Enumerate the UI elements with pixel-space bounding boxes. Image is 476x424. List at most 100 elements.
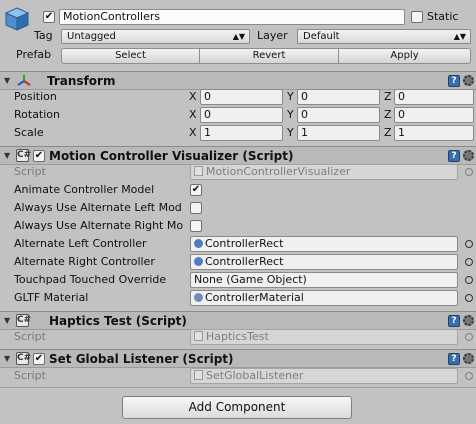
active-checkbox[interactable]: ✔ bbox=[43, 11, 55, 23]
transform-position-row: Position X 0 Y 0 Z 0 bbox=[0, 88, 476, 106]
foldout-arrow-icon[interactable]: ▼ bbox=[4, 151, 10, 160]
listener-title: Set Global Listener (Script) bbox=[49, 352, 234, 366]
alt-left-label: Always Use Alternate Left Mod bbox=[14, 201, 182, 214]
static-checkbox[interactable] bbox=[411, 11, 423, 23]
alternate-left-controller-row: Alternate Left Controller ControllerRect bbox=[0, 235, 476, 253]
animate-label: Animate Controller Model bbox=[14, 183, 155, 196]
listener-script-field: SetGlobalListener bbox=[190, 368, 458, 384]
script-value: MotionControllerVisualizer bbox=[206, 165, 351, 178]
static-label: Static bbox=[427, 10, 459, 23]
gear-icon[interactable] bbox=[463, 353, 474, 364]
help-icon[interactable]: ? bbox=[448, 150, 460, 162]
position-z-field[interactable]: 0 bbox=[394, 89, 474, 105]
alt-right-checkbox[interactable] bbox=[190, 220, 202, 232]
chevron-down-icon: ▲▼ bbox=[232, 32, 245, 41]
axis-z-label: Z bbox=[384, 90, 392, 103]
scale-x-field[interactable]: 1 bbox=[200, 125, 283, 141]
script-value: SetGlobalListener bbox=[206, 369, 304, 382]
rotation-label: Rotation bbox=[14, 108, 61, 121]
scale-y-field[interactable]: 1 bbox=[297, 125, 380, 141]
prefab-icon bbox=[194, 257, 203, 266]
position-y-field[interactable]: 0 bbox=[297, 89, 380, 105]
alternate-right-controller-row: Alternate Right Controller ControllerRec… bbox=[0, 253, 476, 271]
transform-icon bbox=[17, 75, 31, 86]
touchpad-label: Touchpad Touched Override bbox=[14, 273, 167, 286]
haptics-script-field: HapticsTest bbox=[190, 329, 458, 345]
object-picker-icon bbox=[465, 168, 473, 176]
axis-y-label: Y bbox=[287, 108, 294, 121]
axis-x-label: X bbox=[189, 126, 197, 139]
alt-right-row: Always Use Alternate Right Mo bbox=[0, 217, 476, 235]
listener-script-row: Script SetGlobalListener bbox=[0, 367, 476, 385]
alternate-right-controller-value: ControllerRect bbox=[205, 255, 284, 268]
position-x-field[interactable]: 0 bbox=[200, 89, 283, 105]
alt-left-checkbox[interactable] bbox=[190, 202, 202, 214]
alternate-right-controller-label: Alternate Right Controller bbox=[14, 255, 155, 268]
script-label: Script bbox=[14, 369, 46, 382]
gltf-row: GLTF Material ControllerMaterial bbox=[0, 289, 476, 307]
object-picker-icon[interactable] bbox=[465, 294, 473, 302]
foldout-arrow-icon[interactable]: ▼ bbox=[4, 354, 10, 363]
chevron-down-icon: ▲▼ bbox=[453, 32, 466, 41]
axis-z-label: Z bbox=[384, 108, 392, 121]
script-file-icon bbox=[194, 370, 203, 380]
foldout-arrow-icon[interactable]: ▼ bbox=[4, 316, 10, 325]
object-picker-icon[interactable] bbox=[465, 276, 473, 284]
layer-value: Default bbox=[303, 31, 340, 42]
listener-header[interactable]: ▼ C# ✔ Set Global Listener (Script) ? bbox=[0, 349, 476, 368]
visualizer-script-field: MotionControllerVisualizer bbox=[190, 164, 458, 180]
axis-y-label: Y bbox=[287, 90, 294, 103]
script-file-icon bbox=[194, 331, 203, 341]
add-component-button[interactable]: Add Component bbox=[122, 396, 352, 419]
visualizer-enabled-checkbox[interactable]: ✔ bbox=[33, 150, 45, 162]
tag-value: Untagged bbox=[67, 31, 116, 42]
alternate-left-controller-field[interactable]: ControllerRect bbox=[190, 236, 458, 252]
prefab-button-group: Select Revert Apply bbox=[61, 48, 471, 64]
axis-y-label: Y bbox=[287, 126, 294, 139]
foldout-arrow-icon[interactable]: ▼ bbox=[4, 76, 10, 85]
prefab-apply-button[interactable]: Apply bbox=[338, 48, 471, 64]
rotation-y-field[interactable]: 0 bbox=[297, 107, 380, 123]
transform-scale-row: Scale X 1 Y 1 Z 1 bbox=[0, 124, 476, 142]
object-picker-icon[interactable] bbox=[465, 258, 473, 266]
prefab-icon bbox=[194, 239, 203, 248]
gltf-value: ControllerMaterial bbox=[205, 291, 304, 304]
script-icon: C# bbox=[16, 352, 32, 365]
listener-enabled-checkbox[interactable]: ✔ bbox=[33, 353, 45, 365]
tag-dropdown[interactable]: Untagged ▲▼ bbox=[61, 29, 250, 44]
help-icon[interactable]: ? bbox=[448, 315, 460, 327]
touchpad-field[interactable]: None (Game Object) bbox=[190, 272, 458, 288]
scale-z-field[interactable]: 1 bbox=[394, 125, 474, 141]
touchpad-row: Touchpad Touched Override None (Game Obj… bbox=[0, 271, 476, 289]
axis-x-label: X bbox=[189, 108, 197, 121]
alternate-left-controller-label: Alternate Left Controller bbox=[14, 237, 147, 250]
position-label: Position bbox=[14, 90, 57, 103]
divider bbox=[0, 387, 476, 388]
alternate-left-controller-value: ControllerRect bbox=[205, 237, 284, 250]
prefab-revert-button[interactable]: Revert bbox=[199, 48, 339, 64]
animate-row: Animate Controller Model ✔ bbox=[0, 181, 476, 199]
object-picker-icon bbox=[465, 333, 473, 341]
alternate-right-controller-field[interactable]: ControllerRect bbox=[190, 254, 458, 270]
gltf-field[interactable]: ControllerMaterial bbox=[190, 290, 458, 306]
transform-rotation-row: Rotation X 0 Y 0 Z 0 bbox=[0, 106, 476, 124]
rotation-z-field[interactable]: 0 bbox=[394, 107, 474, 123]
object-picker-icon[interactable] bbox=[465, 240, 473, 248]
gear-icon[interactable] bbox=[463, 75, 474, 86]
gameobject-icon bbox=[4, 6, 30, 32]
animate-checkbox[interactable]: ✔ bbox=[190, 184, 202, 196]
axis-x-label: X bbox=[189, 90, 197, 103]
help-icon[interactable]: ? bbox=[448, 353, 460, 365]
layer-dropdown[interactable]: Default ▲▼ bbox=[297, 29, 471, 44]
gear-icon[interactable] bbox=[463, 150, 474, 161]
rotation-x-field[interactable]: 0 bbox=[200, 107, 283, 123]
gear-icon[interactable] bbox=[463, 315, 474, 326]
gameobject-name-input[interactable]: MotionControllers bbox=[59, 9, 405, 25]
alt-left-row: Always Use Alternate Left Mod bbox=[0, 199, 476, 217]
help-icon[interactable]: ? bbox=[448, 75, 460, 87]
script-value: HapticsTest bbox=[206, 330, 269, 343]
prefab-select-button[interactable]: Select bbox=[61, 48, 200, 64]
axis-z-label: Z bbox=[384, 126, 392, 139]
script-file-icon bbox=[194, 166, 203, 176]
scale-label: Scale bbox=[14, 126, 44, 139]
